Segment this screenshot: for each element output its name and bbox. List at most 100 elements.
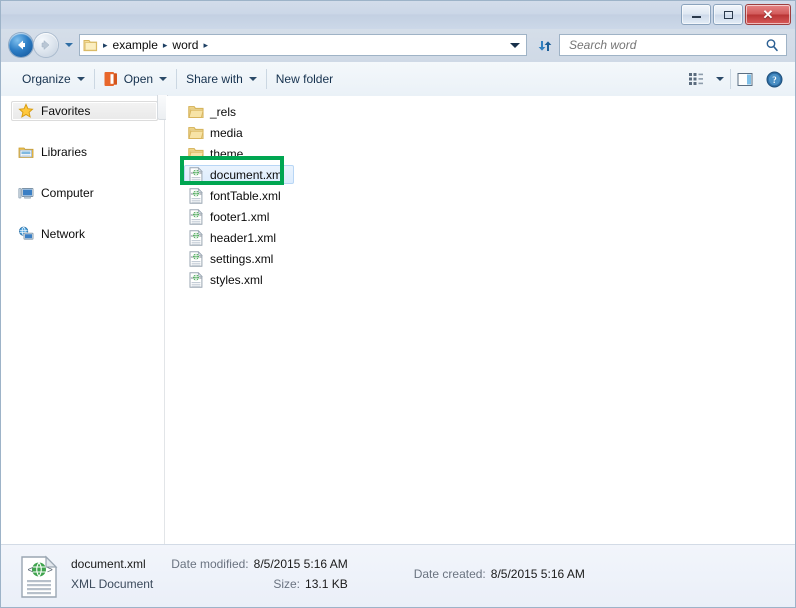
sidebar-item-label: Libraries bbox=[41, 145, 88, 159]
address-dropdown-icon[interactable] bbox=[510, 42, 520, 48]
search-input[interactable] bbox=[567, 37, 765, 53]
preview-pane-button[interactable] bbox=[731, 67, 760, 91]
svg-text:>: > bbox=[199, 212, 202, 217]
file-name-label: footer1.xml bbox=[210, 209, 270, 224]
breadcrumb-separator[interactable]: ▸ bbox=[200, 35, 211, 55]
svg-text:>: > bbox=[199, 275, 202, 280]
preview-pane-icon bbox=[737, 72, 753, 86]
file-list[interactable]: _rels media theme < > document.xml < > fontTable… bbox=[166, 96, 795, 544]
share-with-button[interactable]: Share with bbox=[177, 66, 266, 92]
breadcrumb-separator[interactable]: ▸ bbox=[100, 35, 111, 55]
svg-text:?: ? bbox=[772, 75, 777, 85]
share-with-label: Share with bbox=[186, 72, 243, 86]
chevron-down-icon bbox=[716, 77, 724, 81]
help-icon: ? bbox=[766, 71, 783, 87]
minimize-icon bbox=[691, 16, 701, 18]
details-date-modified-label: Date modified: bbox=[171, 556, 249, 571]
file-list-item[interactable]: < > header1.xml bbox=[184, 228, 424, 247]
organize-button[interactable]: Organize bbox=[13, 66, 94, 92]
details-file-name: document.xml bbox=[71, 556, 146, 571]
details-date-modified-value: 8/5/2015 5:16 AM bbox=[253, 556, 348, 571]
file-list-item[interactable]: < > footer1.xml bbox=[184, 207, 424, 226]
svg-text:<: < bbox=[191, 233, 194, 238]
help-button[interactable]: ? bbox=[760, 67, 795, 91]
xml-file-icon: < > bbox=[188, 250, 204, 267]
svg-text:>: > bbox=[199, 170, 202, 175]
xml-file-icon: < > bbox=[188, 229, 204, 246]
xml-file-icon: < > bbox=[188, 271, 204, 288]
minimize-button[interactable] bbox=[681, 4, 711, 25]
file-name-label: header1.xml bbox=[210, 230, 277, 245]
file-list-item[interactable]: _rels bbox=[184, 102, 424, 121]
folder-icon bbox=[188, 105, 204, 119]
svg-text:>: > bbox=[199, 233, 202, 238]
maximize-icon bbox=[723, 10, 733, 19]
svg-text:<: < bbox=[191, 254, 194, 259]
file-list-item[interactable]: < > settings.xml bbox=[184, 249, 424, 268]
close-button[interactable]: ✕ bbox=[745, 4, 791, 25]
file-name-label: _rels bbox=[210, 104, 237, 119]
open-button[interactable]: Open bbox=[95, 66, 176, 92]
folder-icon bbox=[188, 126, 204, 140]
refresh-button[interactable] bbox=[533, 34, 557, 58]
search-box[interactable] bbox=[559, 34, 787, 56]
file-list-item[interactable]: media bbox=[184, 123, 424, 142]
details-name-group: document.xml XML Document bbox=[71, 557, 153, 597]
new-folder-button[interactable]: New folder bbox=[267, 66, 342, 92]
details-file-type: XML Document bbox=[71, 576, 154, 591]
sidebar-item-favorites[interactable]: Favorites bbox=[11, 101, 158, 121]
search-icon[interactable] bbox=[765, 38, 779, 52]
xml-file-icon: < > bbox=[188, 208, 204, 225]
folder-icon bbox=[83, 39, 98, 52]
forward-button[interactable] bbox=[34, 33, 58, 57]
chevron-down-icon bbox=[64, 43, 73, 47]
xml-document-icon: < > bbox=[17, 555, 61, 599]
title-bar: ✕ bbox=[1, 1, 795, 30]
star-icon bbox=[18, 103, 34, 119]
maximize-button[interactable] bbox=[713, 4, 743, 25]
file-name-label: media bbox=[210, 125, 243, 140]
sidebar-item-computer[interactable]: Computer bbox=[11, 183, 158, 203]
breadcrumb-separator[interactable]: ▸ bbox=[160, 35, 171, 55]
word-document-icon bbox=[104, 71, 118, 87]
svg-text:>: > bbox=[199, 191, 202, 196]
file-name-label: settings.xml bbox=[210, 251, 274, 266]
file-list-item[interactable]: < > document.xml bbox=[184, 165, 294, 184]
explorer-content: Favorites Libraries Computer Network _re… bbox=[1, 95, 795, 544]
close-icon: ✕ bbox=[762, 7, 774, 22]
recent-pages-button[interactable] bbox=[63, 33, 74, 57]
details-size-label: Size: bbox=[273, 576, 301, 591]
details-date-created-label: Date created: bbox=[413, 566, 486, 581]
file-name-label: theme bbox=[210, 146, 244, 161]
view-dropdown-button[interactable] bbox=[710, 67, 730, 91]
back-arrow-icon bbox=[18, 40, 25, 50]
libraries-icon bbox=[18, 144, 34, 160]
sidebar-item-network[interactable]: Network bbox=[11, 224, 158, 244]
file-list-item[interactable]: < > fontTable.xml bbox=[184, 186, 424, 205]
navigation-pane: Favorites Libraries Computer Network bbox=[1, 95, 168, 544]
change-view-button[interactable] bbox=[682, 67, 710, 91]
file-list-item[interactable]: theme bbox=[184, 144, 424, 163]
breadcrumb-item-example[interactable]: example bbox=[111, 35, 160, 55]
details-modified-size-group: Date modified: 8/5/2015 5:16 AM Size: 13… bbox=[171, 557, 347, 597]
file-list-item[interactable]: < > styles.xml bbox=[184, 270, 424, 289]
sidebar-item-libraries[interactable]: Libraries bbox=[11, 142, 158, 162]
svg-text:>: > bbox=[47, 565, 53, 576]
chevron-down-icon bbox=[76, 77, 85, 81]
file-name-label: fontTable.xml bbox=[210, 188, 281, 203]
details-pane: < > document.xml XML Document Date modif… bbox=[1, 544, 795, 607]
sidebar-item-label: Computer bbox=[41, 186, 94, 200]
breadcrumb-item-word[interactable]: word bbox=[170, 35, 200, 55]
chevron-down-icon bbox=[159, 77, 168, 81]
address-bar[interactable]: ▸ example ▸ word ▸ bbox=[79, 34, 527, 56]
svg-text:>: > bbox=[199, 254, 202, 259]
file-name-label: document.xml bbox=[210, 167, 285, 182]
organize-label: Organize bbox=[22, 72, 71, 86]
back-button[interactable] bbox=[9, 33, 33, 57]
sidebar-item-label: Network bbox=[41, 227, 86, 241]
window-controls: ✕ bbox=[681, 4, 791, 25]
folder-icon bbox=[188, 147, 204, 161]
details-size-value: 13.1 KB bbox=[305, 576, 348, 591]
